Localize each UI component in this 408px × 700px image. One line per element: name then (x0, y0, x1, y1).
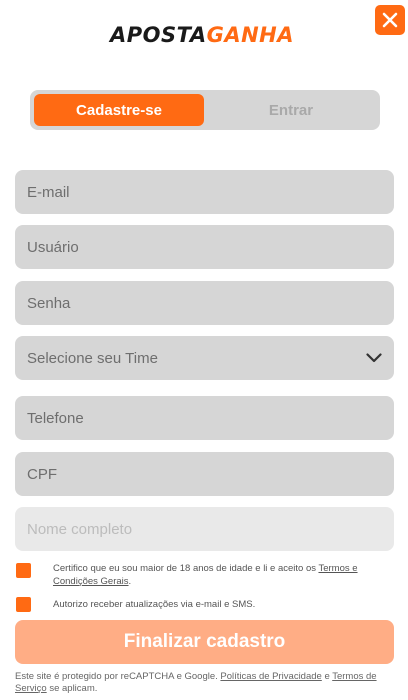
email-field[interactable] (15, 170, 394, 214)
brand-logo-part2: GANHA (206, 23, 294, 47)
team-select-label: Selecione seu Time (27, 349, 158, 367)
marketing-checkbox[interactable] (16, 597, 31, 612)
cpf-field[interactable] (15, 452, 394, 496)
password-field[interactable] (15, 281, 394, 325)
submit-button[interactable]: Finalizar cadastro (15, 620, 394, 664)
privacy-link[interactable]: Políticas de Privacidade (220, 671, 321, 682)
fullname-field[interactable] (15, 507, 394, 551)
username-field[interactable] (15, 225, 394, 269)
terms-text-after: . (128, 576, 132, 587)
chevron-down-icon (366, 353, 382, 363)
brand-logo-part1: APOSTA (110, 23, 207, 47)
recaptcha-notice: Este site é protegido por reCAPTCHA e Go… (15, 671, 395, 695)
terms-text: Certifico que eu sou maior de 18 anos de… (53, 562, 391, 588)
auth-tabs: Cadastre-se Entrar (30, 90, 380, 130)
terms-text-before: Certifico que eu sou maior de 18 anos de… (53, 563, 319, 574)
tab-register[interactable]: Cadastre-se (34, 94, 204, 126)
footer-text-1: Este site é protegido por reCAPTCHA e Go… (15, 671, 221, 682)
close-icon (382, 12, 398, 28)
marketing-text: Autorizo receber atualizações via e-mail… (53, 599, 256, 610)
phone-field[interactable] (15, 396, 394, 440)
close-button[interactable] (375, 5, 405, 35)
team-select[interactable]: Selecione seu Time (15, 336, 394, 380)
tab-login[interactable]: Entrar (206, 94, 376, 126)
brand-logo: APOSTA GANHA (110, 22, 294, 48)
terms-checkbox[interactable] (16, 563, 31, 578)
footer-text-2: e (321, 671, 333, 682)
footer-text-3: se aplicam. (46, 683, 98, 694)
